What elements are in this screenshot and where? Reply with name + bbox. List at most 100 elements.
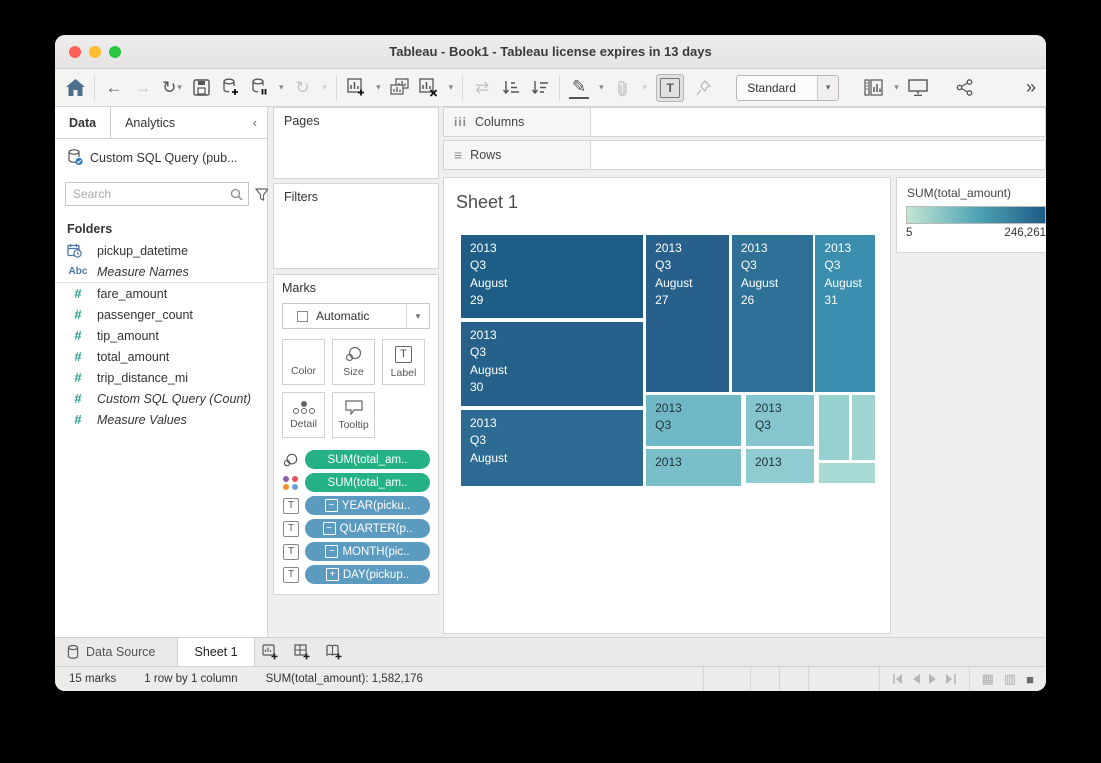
new-worksheet-caret-icon[interactable]: ▾ <box>376 82 381 93</box>
tab-sheet-1[interactable]: Sheet 1 <box>177 638 254 666</box>
run-update-button[interactable]: ↻ <box>293 75 313 101</box>
sort-descending-button[interactable] <box>530 75 550 101</box>
fit-dropdown[interactable]: Standard ▾ <box>736 75 839 101</box>
treemap-tile[interactable]: 2013 Q3 August 31 <box>814 234 876 393</box>
rows-shelf-drop-area[interactable] <box>591 140 1046 170</box>
format-caret-icon[interactable]: ▾ <box>643 82 648 93</box>
show-me-caret-icon[interactable]: ▾ <box>894 82 899 93</box>
expand-hierarchy-icon[interactable]: + <box>326 568 339 581</box>
field-tip-amount[interactable]: # tip_amount <box>55 325 267 346</box>
show-me-cards-button[interactable] <box>864 75 884 101</box>
fit-dropdown-caret-icon[interactable]: ▾ <box>817 76 838 100</box>
treemap-tile[interactable]: 2013 <box>745 448 815 484</box>
color-legend-card[interactable]: SUM(total_amount) 5 246,261 <box>896 177 1046 253</box>
pause-auto-updates-button[interactable] <box>249 75 269 101</box>
collapse-panel-icon[interactable]: ‹ <box>243 107 267 138</box>
duplicate-sheet-button[interactable] <box>390 75 410 101</box>
size-button[interactable]: Size <box>332 339 375 385</box>
new-story-tab-button[interactable] <box>319 638 351 666</box>
swap-rows-columns-button[interactable]: ⇄ <box>472 75 492 101</box>
treemap-tile[interactable]: 2013 Q3 August 26 <box>731 234 814 393</box>
field-measure-values[interactable]: # Measure Values <box>55 409 267 430</box>
previous-page-icon[interactable] <box>912 674 920 684</box>
field-sql-count[interactable]: # Custom SQL Query (Count) <box>55 388 267 409</box>
label-button[interactable]: T Label <box>382 339 425 385</box>
clear-sheet-button[interactable] <box>419 75 439 101</box>
label-shelf-icon: T <box>282 520 300 538</box>
treemap-tile[interactable]: 2013 Q3 August <box>460 409 644 487</box>
tooltip-button[interactable]: Tooltip <box>332 392 375 438</box>
clear-sheet-caret-icon[interactable]: ▾ <box>449 82 454 93</box>
marks-pill[interactable]: SUM(total_am.. <box>305 473 430 492</box>
save-button[interactable] <box>191 75 211 101</box>
marks-pill[interactable]: SUM(total_am.. <box>305 450 430 469</box>
filters-card[interactable]: Filters <box>273 183 439 269</box>
tab-analytics[interactable]: Analytics <box>111 107 189 138</box>
field-pickup-datetime[interactable]: pickup_datetime <box>55 240 267 261</box>
pause-caret-icon[interactable]: ▾ <box>279 82 284 93</box>
sort-ascending-button[interactable] <box>501 75 521 101</box>
collapse-hierarchy-icon[interactable]: − <box>323 522 336 535</box>
new-worksheet-tab-button[interactable] <box>255 638 287 666</box>
search-input[interactable] <box>71 186 230 202</box>
status-cell <box>779 667 808 691</box>
field-trip-distance[interactable]: # trip_distance_mi <box>55 367 267 388</box>
sheet-sorter-view-icon[interactable]: ▦ <box>982 671 994 687</box>
marks-pill[interactable]: +DAY(pickup.. <box>305 565 430 584</box>
mark-type-caret-icon[interactable]: ▾ <box>406 304 429 328</box>
marks-pill[interactable]: −YEAR(picku.. <box>305 496 430 515</box>
first-page-icon[interactable] <box>892 674 903 684</box>
columns-shelf-drop-area[interactable] <box>591 107 1046 137</box>
field-passenger-count[interactable]: # passenger_count <box>55 304 267 325</box>
next-page-icon[interactable] <box>929 674 937 684</box>
search-box[interactable] <box>65 182 249 206</box>
field-total-amount[interactable]: # total_amount <box>55 346 267 367</box>
toolbar-overflow-icon[interactable]: » <box>1026 77 1036 98</box>
pages-card[interactable]: Pages <box>273 107 439 179</box>
sheet-tabs-view-icon[interactable]: ■ <box>1026 672 1034 687</box>
treemap-tile[interactable]: 2013 Q3 August 30 <box>460 321 644 407</box>
tab-data-source[interactable]: Data Source <box>55 638 177 666</box>
presentation-mode-button[interactable] <box>908 75 928 101</box>
treemap-tile[interactable]: 2013 Q3 August 29 <box>460 234 644 319</box>
treemap-tile[interactable]: 2013 Q3 <box>745 394 815 447</box>
run-update-caret-icon[interactable]: ▾ <box>323 82 328 93</box>
collapse-hierarchy-icon[interactable]: − <box>325 545 338 558</box>
dot <box>296 355 302 361</box>
new-worksheet-button[interactable] <box>346 75 366 101</box>
highlight-caret-icon[interactable]: ▾ <box>599 82 604 93</box>
fix-axes-button[interactable] <box>693 75 713 101</box>
treemap-tile[interactable]: 2013 Q3 August 27 <box>645 234 730 393</box>
treemap-tile[interactable]: 2013 <box>645 448 742 487</box>
detail-button[interactable]: Detail <box>282 392 325 438</box>
color-button[interactable]: Color <box>282 339 325 385</box>
treemap-tile[interactable]: 2013 Q3 <box>645 394 742 447</box>
filter-fields-icon[interactable] <box>255 188 269 201</box>
highlight-button[interactable]: ✎ <box>569 77 589 99</box>
marks-pill[interactable]: −QUARTER(p.. <box>305 519 430 538</box>
marks-pill[interactable]: −MONTH(pic.. <box>305 542 430 561</box>
home-icon[interactable] <box>65 75 85 101</box>
replay-button[interactable]: ↻▾ <box>162 75 182 101</box>
mark-type-dropdown[interactable]: Automatic ▾ <box>282 303 430 329</box>
replay-caret-icon[interactable]: ▾ <box>177 82 182 93</box>
field-fare-amount[interactable]: # fare_amount <box>55 283 267 304</box>
treemap-tile[interactable] <box>818 462 876 484</box>
share-button[interactable] <box>955 75 975 101</box>
last-page-icon[interactable] <box>946 674 957 684</box>
marks-label: Marks <box>282 281 430 295</box>
format-workbook-button[interactable] <box>613 75 633 101</box>
filmstrip-view-icon[interactable]: ▥ <box>1004 671 1016 687</box>
tab-data[interactable]: Data <box>55 107 111 138</box>
new-data-source-button[interactable] <box>220 75 240 101</box>
collapse-hierarchy-icon[interactable]: − <box>325 499 338 512</box>
data-source-connection[interactable]: Custom SQL Query (pub... <box>55 139 267 174</box>
treemap-tile[interactable] <box>851 394 876 461</box>
show-mark-labels-button[interactable]: T <box>656 74 684 102</box>
label-shelf-icon: T <box>282 543 300 561</box>
treemap-tile[interactable] <box>818 394 850 461</box>
undo-button[interactable]: ← <box>104 75 124 101</box>
new-dashboard-tab-button[interactable] <box>287 638 319 666</box>
redo-button[interactable]: → <box>133 75 153 101</box>
field-measure-names[interactable]: Abc Measure Names <box>55 261 267 283</box>
